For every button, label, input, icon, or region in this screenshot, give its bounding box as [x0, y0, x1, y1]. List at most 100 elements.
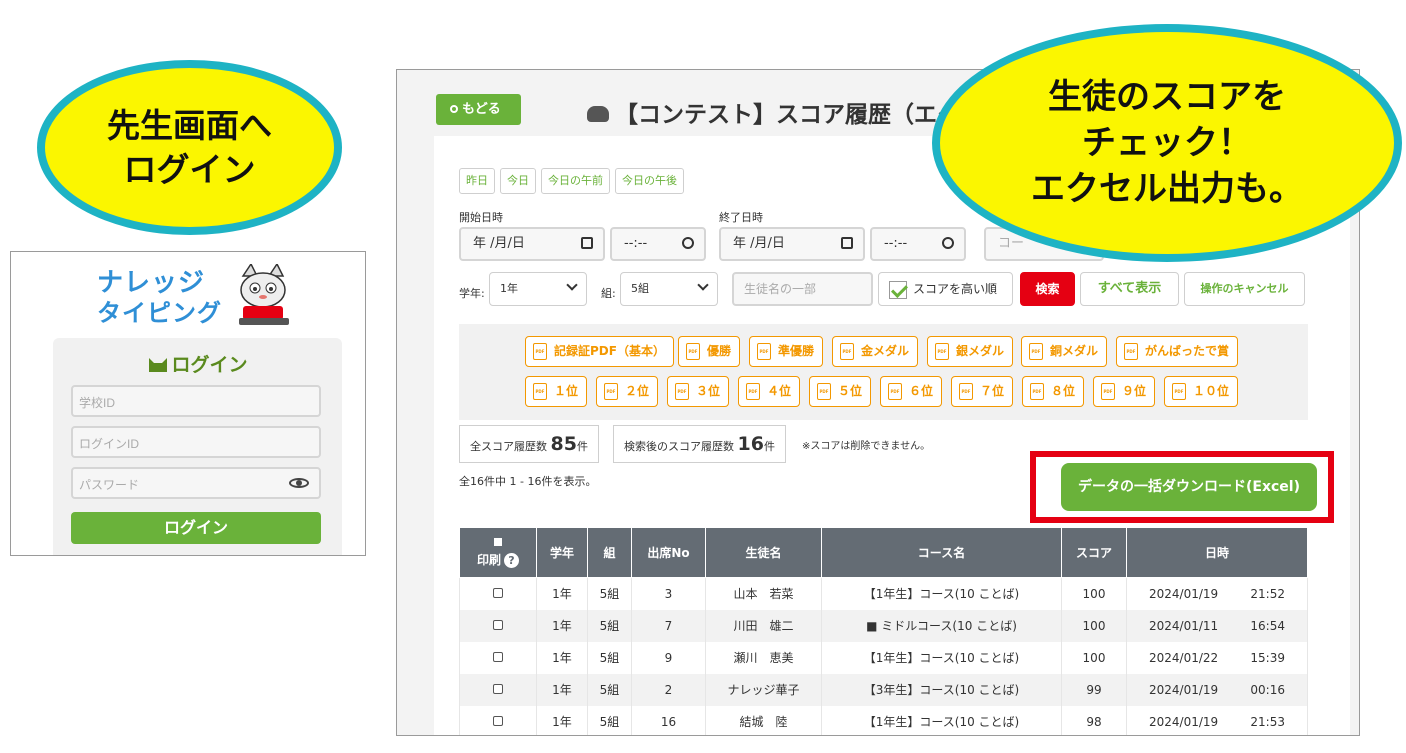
pdf-effort-award-button[interactable]: PDF がんばったで賞	[1116, 336, 1239, 367]
pdf-rank-6-button[interactable]: PDF ６位	[880, 376, 943, 407]
pdf-file-icon: PDF	[817, 383, 831, 400]
row-print-checkbox[interactable]	[493, 619, 503, 630]
pdf-label: ５位	[838, 384, 863, 398]
pdf-silver-button[interactable]: PDF 銀メダル	[927, 336, 1014, 367]
class-cell: 5組	[587, 705, 632, 735]
chevron-down-icon	[566, 279, 578, 291]
col-datetime: 日時	[1126, 527, 1308, 578]
calendar-icon[interactable]	[841, 237, 853, 249]
callout-line: ログイン	[123, 149, 256, 189]
table-header-row: 印刷? 学年 組 出席No 生徒名 コース名 スコア 日時	[459, 527, 1308, 578]
time-value: 21:52	[1250, 586, 1285, 601]
excel-download-button[interactable]: データの一括ダウンロード(Excel)	[1061, 463, 1317, 511]
search-button[interactable]: 検索	[1020, 272, 1075, 306]
pdf-file-icon: PDF	[533, 343, 547, 360]
date-value: 2024/01/19	[1149, 682, 1219, 697]
pdf-rank-8-button[interactable]: PDF ８位	[1022, 376, 1085, 407]
filter-today[interactable]: 今日	[500, 168, 536, 194]
select-all-checkbox[interactable]	[494, 538, 502, 546]
col-grade: 学年	[536, 527, 588, 578]
pdf-rank-2-button[interactable]: PDF ２位	[596, 376, 659, 407]
sort-by-score-checkbox[interactable]: スコアを高い順	[878, 272, 1013, 306]
pdf-label: 優勝	[707, 344, 732, 358]
pdf-rank-5-button[interactable]: PDF ５位	[809, 376, 872, 407]
cancel-button[interactable]: 操作のキャンセル	[1184, 272, 1305, 306]
pdf-file-icon: PDF	[1029, 343, 1043, 360]
score-cell: 100	[1061, 577, 1127, 610]
pdf-winner-button[interactable]: PDF 優勝	[678, 336, 741, 367]
score-check-callout: 生徒のスコアを チェック！ エクセル出力も。	[932, 24, 1402, 262]
end-date-input[interactable]: 年 /月/日	[719, 227, 865, 261]
pdf-rank-1-button[interactable]: PDF １位	[525, 376, 588, 407]
pdf-rank-7-button[interactable]: PDF ７位	[951, 376, 1014, 407]
table-row: 1年 5組 2 ナレッジ華子 【3年生】コース(10 ことば) 99 2024/…	[459, 673, 1308, 706]
password-placeholder: パスワード	[79, 478, 140, 492]
login-button[interactable]: ログイン	[71, 512, 321, 544]
start-date-value: 年 /月/日	[473, 236, 525, 251]
showing-range: 全16件中 1 - 16件を表示。	[459, 475, 597, 488]
start-date-input[interactable]: 年 /月/日	[459, 227, 605, 261]
score-cell: 100	[1061, 609, 1127, 642]
pdf-file-icon: PDF	[757, 343, 771, 360]
pdf-rank-10-button[interactable]: PDF １０位	[1164, 376, 1239, 407]
calendar-icon[interactable]	[581, 237, 593, 249]
col-course: コース名	[821, 527, 1062, 578]
date-value: 2024/01/22	[1149, 650, 1219, 665]
filter-yesterday[interactable]: 昨日	[459, 168, 495, 194]
pdf-gold-button[interactable]: PDF 金メダル	[832, 336, 919, 367]
class-select[interactable]: 5組	[620, 272, 718, 306]
row-print-checkbox[interactable]	[493, 651, 503, 662]
grade-label: 学年:	[459, 287, 485, 300]
logo-top: ナレッジ	[97, 268, 206, 298]
start-time-input[interactable]: --:--	[610, 227, 706, 261]
pdf-label: ４位	[767, 384, 792, 398]
class-cell: 5組	[587, 641, 632, 674]
pdf-label: ８位	[1051, 384, 1076, 398]
show-password-icon[interactable]	[289, 478, 309, 488]
pdf-rank-3-button[interactable]: PDF ３位	[667, 376, 730, 407]
print-header: 印刷	[476, 553, 501, 567]
back-label: もどる	[462, 102, 501, 117]
show-all-button[interactable]: すべて表示	[1080, 272, 1179, 306]
row-print-checkbox[interactable]	[493, 715, 503, 726]
pdf-file-icon: PDF	[533, 383, 547, 400]
clock-icon[interactable]	[942, 237, 954, 249]
pdf-file-icon: PDF	[604, 383, 618, 400]
pdf-runner-up-button[interactable]: PDF 準優勝	[749, 336, 824, 367]
login-id-input[interactable]: ログインID	[71, 426, 321, 458]
school-id-input[interactable]: 学校ID	[71, 385, 321, 417]
grade-select[interactable]: 1年	[489, 272, 587, 306]
filtered-count-box: 検索後のスコア履歴数 16件	[613, 425, 786, 463]
callout-line: 先生画面へ	[107, 105, 272, 145]
row-print-checkbox[interactable]	[493, 587, 503, 598]
pdf-record-basic-button[interactable]: PDF 記録証PDF（基本）	[525, 336, 674, 367]
chevron-down-icon	[697, 279, 709, 291]
certificate-pdf-panel: PDF 記録証PDF（基本） PDF 優勝 PDF 準優勝 PDF 金メダル PDF 銀メ…	[459, 324, 1308, 420]
pdf-bronze-button[interactable]: PDF 銅メダル	[1021, 336, 1108, 367]
total-count-box: 全スコア履歴数 85件	[459, 425, 599, 463]
table-row: 1年 5組 7 川田 雄二 ■ ミドルコース(10 ことば) 100 2024/…	[459, 609, 1308, 642]
date-value: 2024/01/19	[1149, 586, 1219, 601]
count-unit: 件	[763, 440, 775, 453]
pdf-label: ２位	[625, 384, 650, 398]
filter-today-am[interactable]: 今日の午前	[541, 168, 610, 194]
pdf-rank-4-button[interactable]: PDF ４位	[738, 376, 801, 407]
course-cell: 【1年生】コース(10 ことば)	[821, 641, 1062, 674]
logo-bottom: タイピング	[97, 299, 222, 327]
pdf-file-icon: PDF	[746, 383, 760, 400]
filter-today-pm[interactable]: 今日の午後	[615, 168, 684, 194]
pdf-rank-9-button[interactable]: PDF ９位	[1093, 376, 1156, 407]
student-name-input[interactable]: 生徒名の一部	[732, 272, 873, 306]
clock-icon[interactable]	[682, 237, 694, 249]
login-title-text: ログイン	[171, 354, 248, 376]
back-button[interactable]: もどる	[436, 94, 521, 125]
help-icon[interactable]: ?	[504, 553, 519, 568]
sort-label: スコアを高い順	[913, 282, 998, 296]
pdf-label: ９位	[1122, 384, 1147, 398]
pdf-file-icon: PDF	[1172, 383, 1186, 400]
pdf-label: 銅メダル	[1050, 344, 1099, 358]
date-value: 2024/01/19	[1149, 714, 1219, 729]
password-input[interactable]: パスワード	[71, 467, 321, 499]
end-time-input[interactable]: --:--	[870, 227, 966, 261]
row-print-checkbox[interactable]	[493, 683, 503, 694]
